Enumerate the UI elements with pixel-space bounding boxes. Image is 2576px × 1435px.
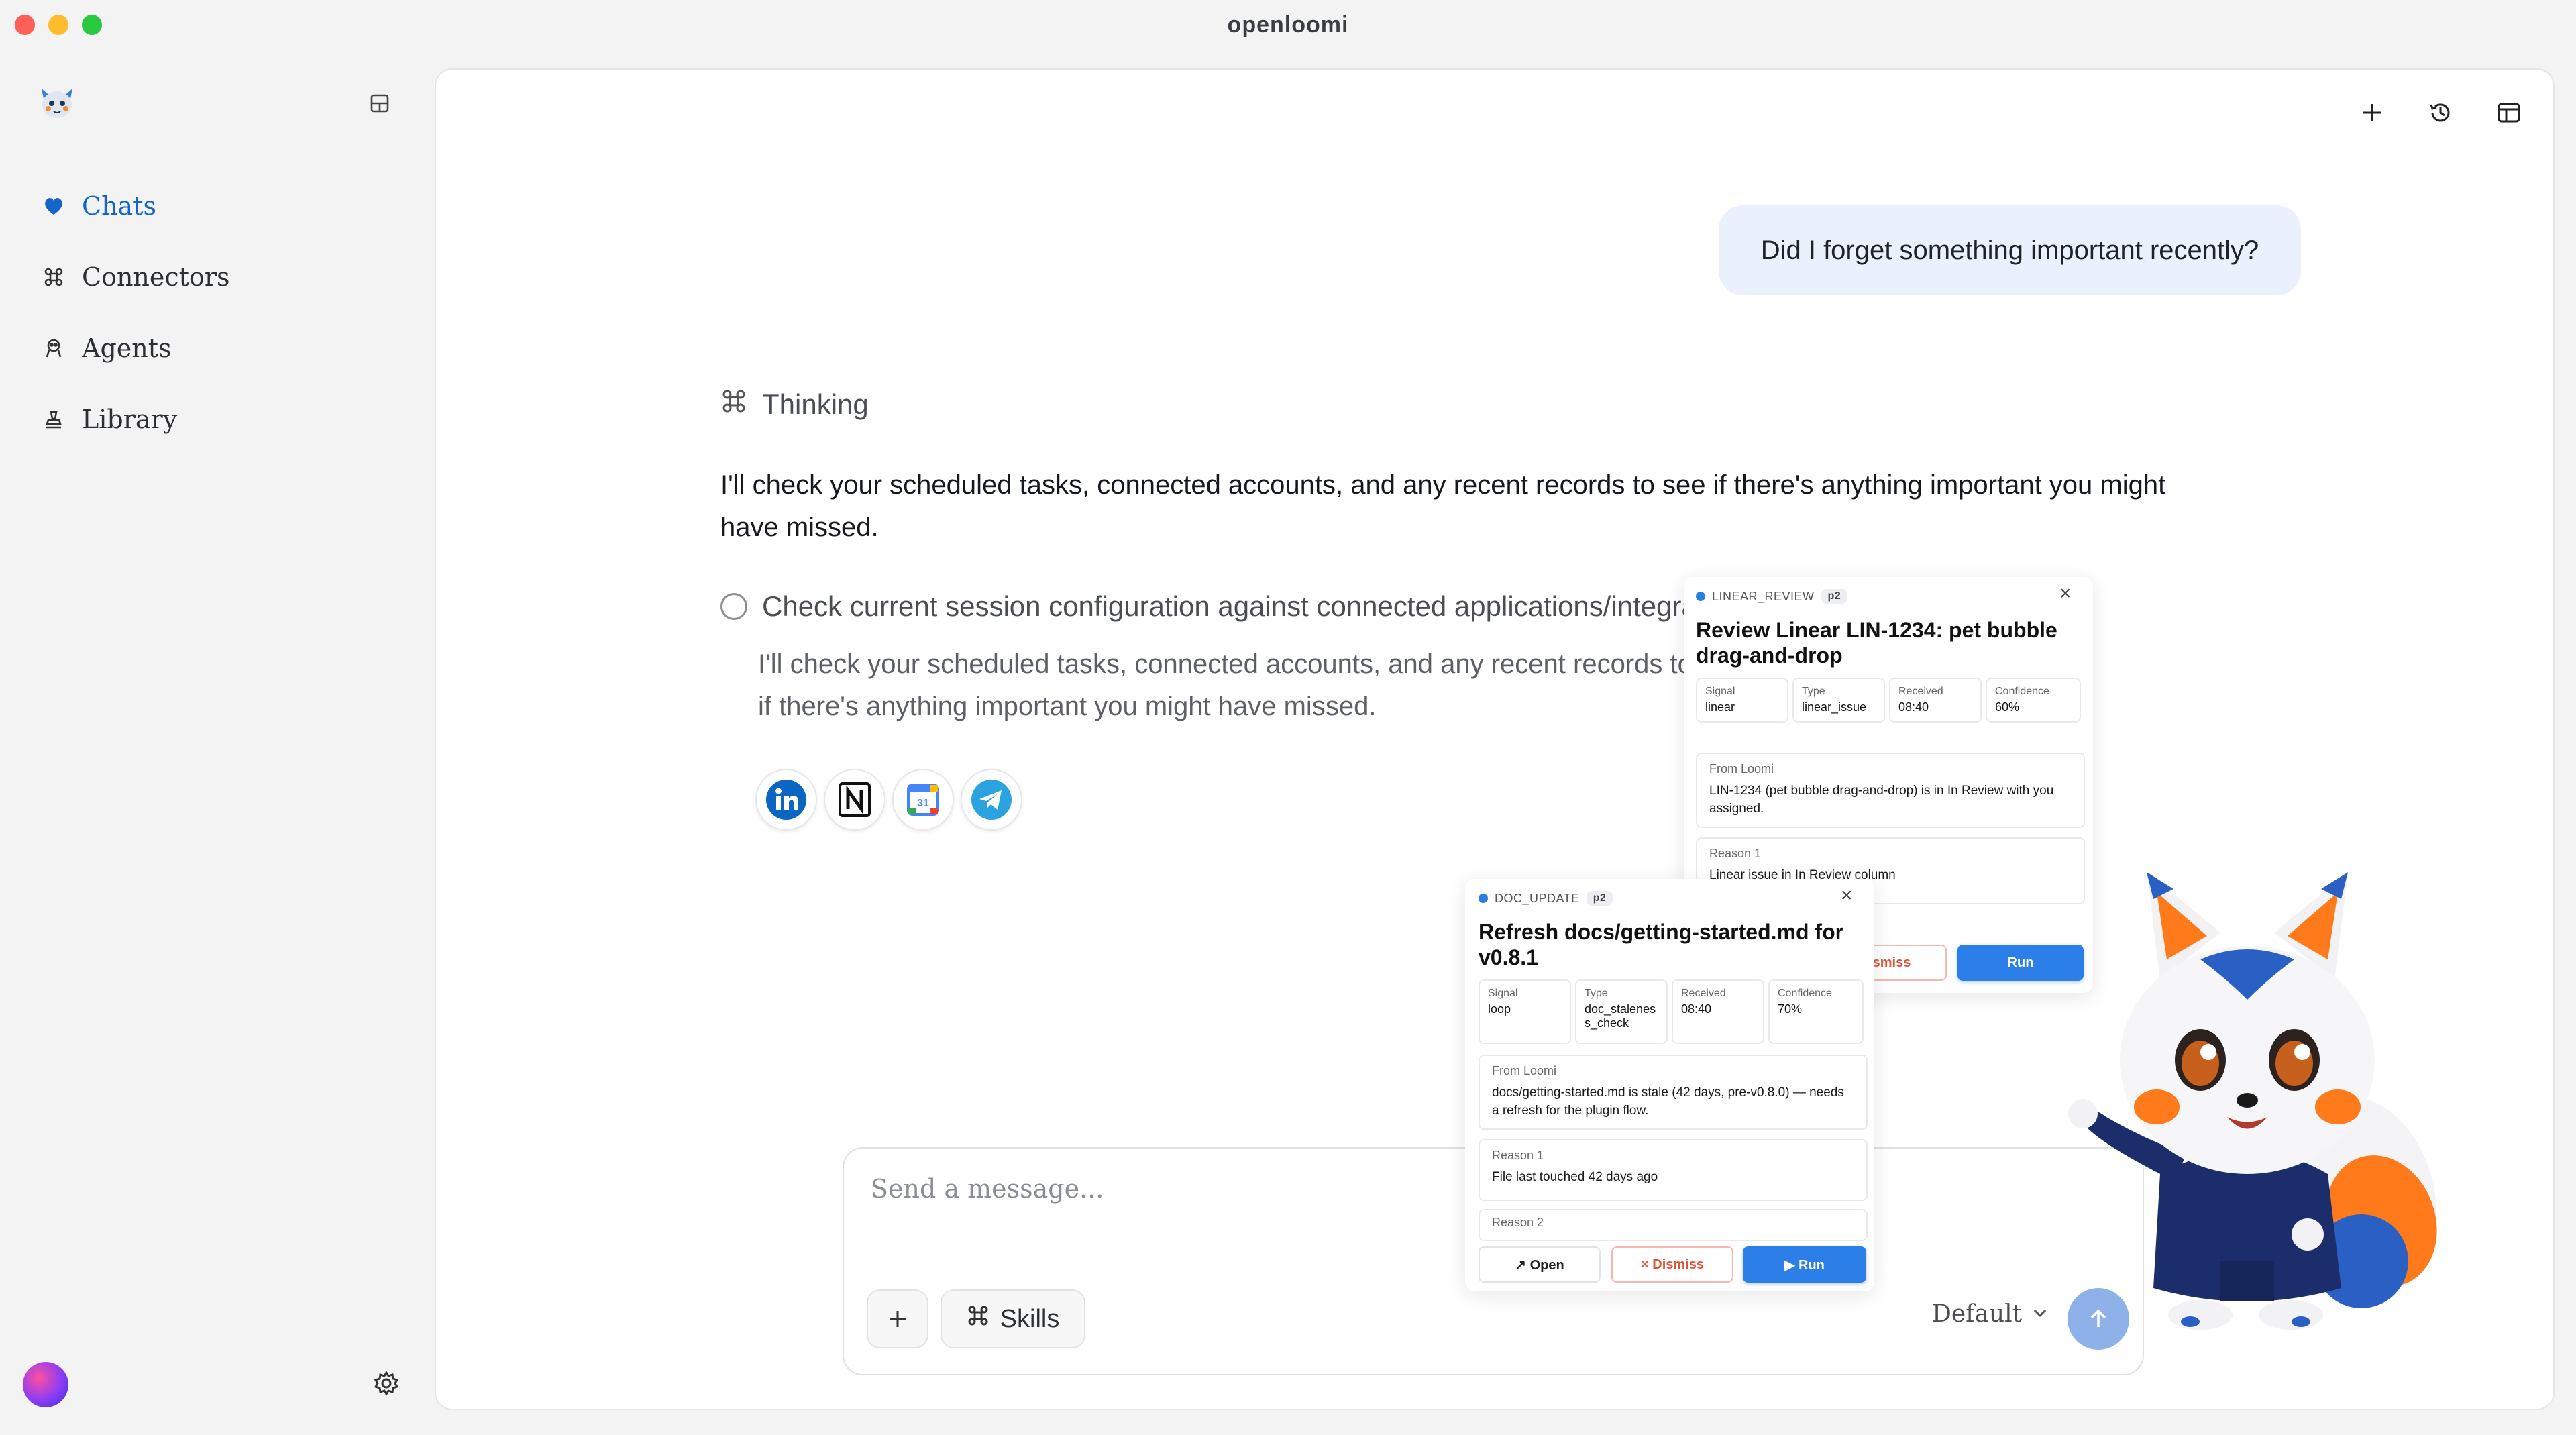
doc-update-card: DOC_UPDATE p2 × Refresh docs/getting-sta…: [1465, 879, 1874, 1291]
card-tag: LINEAR_REVIEW p2: [1696, 589, 1848, 604]
model-selector[interactable]: Default: [1932, 1300, 2049, 1328]
card-tag-label: DOC_UPDATE: [1495, 891, 1580, 905]
open-button[interactable]: ↗ Open: [1479, 1246, 1601, 1283]
sidebar-nav: Chats Connectors Agents Library: [40, 170, 230, 455]
library-icon: [40, 406, 67, 433]
google-calendar-icon[interactable]: 31: [892, 769, 954, 831]
step-detail: I'll check your scheduled tasks, connect…: [758, 649, 1743, 721]
agents-icon: [40, 335, 67, 362]
status-dot-icon: [1479, 894, 1488, 903]
sidebar-item-library[interactable]: Library: [40, 384, 230, 455]
attach-button[interactable]: [867, 1289, 928, 1348]
window-title: openloomi: [1227, 11, 1349, 38]
panel-layout-icon[interactable]: [2493, 97, 2525, 129]
card-title: Refresh docs/getting-started.md for v0.8…: [1479, 920, 1844, 969]
minimize-window-button[interactable]: [48, 15, 68, 35]
window-controls: [15, 15, 102, 35]
skills-button[interactable]: Skills: [941, 1289, 1085, 1348]
gear-icon[interactable]: [373, 1370, 400, 1397]
from-label: From Loomi: [1709, 762, 1774, 776]
priority-badge: p2: [1821, 589, 1848, 604]
close-window-button[interactable]: [15, 15, 35, 35]
meta-signal: Signal loop: [1479, 979, 1571, 1044]
chat-toolbar: [2356, 97, 2525, 129]
assistant-message: I'll check your scheduled tasks, connect…: [720, 470, 2166, 542]
card-tag: DOC_UPDATE p2: [1479, 891, 1613, 906]
sidebar-item-agents[interactable]: Agents: [40, 313, 230, 384]
sidebar-toggle-icon[interactable]: [368, 91, 392, 115]
command-icon: [40, 264, 67, 290]
skills-label: Skills: [1000, 1304, 1060, 1333]
step-title: Check current session configuration agai…: [762, 590, 1757, 622]
step-status-circle-icon[interactable]: [720, 593, 747, 620]
app-logo-icon: [36, 82, 78, 123]
meta-confidence: Confidence 70%: [1768, 979, 1864, 1044]
meta-signal: Signal linear: [1696, 678, 1788, 723]
status-dot-icon: [1696, 592, 1705, 601]
linkedin-icon[interactable]: [755, 769, 817, 831]
command-icon: [720, 388, 747, 421]
reason-text: File last touched 42 days ago: [1492, 1170, 1658, 1184]
thinking-indicator[interactable]: Thinking: [720, 388, 869, 421]
from-label: From Loomi: [1492, 1064, 1557, 1077]
user-message-bubble: Did I forget something important recentl…: [1719, 205, 2301, 295]
new-chat-plus-icon[interactable]: [2356, 97, 2388, 129]
sidebar-item-label: Connectors: [82, 262, 230, 292]
card-tag-label: LINEAR_REVIEW: [1712, 589, 1815, 603]
meta-type: Type linear_issue: [1792, 678, 1885, 723]
notion-icon[interactable]: [824, 769, 885, 831]
message-input[interactable]: [871, 1169, 1474, 1209]
reason-label: Reason 1: [1709, 847, 1762, 860]
meta-confidence: Confidence 60%: [1986, 678, 2081, 723]
avatar[interactable]: [23, 1362, 68, 1407]
run-button[interactable]: ▶ Run: [1743, 1246, 1866, 1283]
svg-text:31: 31: [917, 798, 929, 809]
meta-received: Received 08:40: [1672, 979, 1764, 1044]
reason-label: Reason 1: [1492, 1149, 1544, 1162]
telegram-icon[interactable]: [961, 769, 1022, 831]
from-loomi-block: From Loomi LIN-1234 (pet bubble drag-and…: [1696, 753, 2085, 828]
history-icon[interactable]: [2424, 97, 2457, 129]
card-title: Review Linear LIN-1234: pet bubble drag-…: [1696, 618, 2057, 668]
sidebar-item-chats[interactable]: Chats: [40, 170, 230, 242]
reason-block: Reason 2: [1479, 1209, 1868, 1241]
from-text: docs/getting-started.md is stale (42 day…: [1492, 1085, 1844, 1118]
heart-icon: [40, 193, 67, 219]
title-bar: openloomi: [0, 0, 2576, 50]
sidebar-item-connectors[interactable]: Connectors: [40, 242, 230, 313]
sidebar: Chats Connectors Agents Library: [0, 50, 435, 1435]
card-meta: Signal linear Type linear_issue Received 08…: [1696, 678, 2081, 723]
meta-received: Received 08:40: [1889, 678, 1982, 723]
reason-block: Reason 1 File last touched 42 days ago: [1479, 1139, 1868, 1201]
close-icon[interactable]: ×: [1841, 884, 1853, 907]
priority-badge: p2: [1586, 891, 1613, 906]
maximize-window-button[interactable]: [82, 15, 102, 35]
command-icon: [967, 1304, 989, 1334]
sidebar-item-label: Agents: [82, 333, 172, 363]
close-icon[interactable]: ×: [2059, 582, 2072, 605]
sidebar-item-label: Library: [82, 405, 178, 434]
from-loomi-block: From Loomi docs/getting-started.md is st…: [1479, 1055, 1868, 1130]
from-text: LIN-1234 (pet bubble drag-and-drop) is i…: [1709, 784, 2054, 816]
thinking-label: Thinking: [762, 388, 869, 420]
model-label: Default: [1932, 1300, 2023, 1328]
card-meta: Signal loop Type doc_staleness_check Recei…: [1479, 979, 1864, 1044]
mascot-fox-illustration: [2046, 859, 2449, 1342]
connector-icons: 31: [755, 769, 1022, 831]
reason-label: Reason 2: [1492, 1216, 1544, 1229]
sidebar-item-label: Chats: [82, 191, 156, 221]
meta-type: Type doc_staleness_check: [1575, 979, 1668, 1044]
dismiss-button[interactable]: × Dismiss: [1611, 1246, 1733, 1283]
task-step[interactable]: Check current session configuration agai…: [720, 586, 1760, 627]
